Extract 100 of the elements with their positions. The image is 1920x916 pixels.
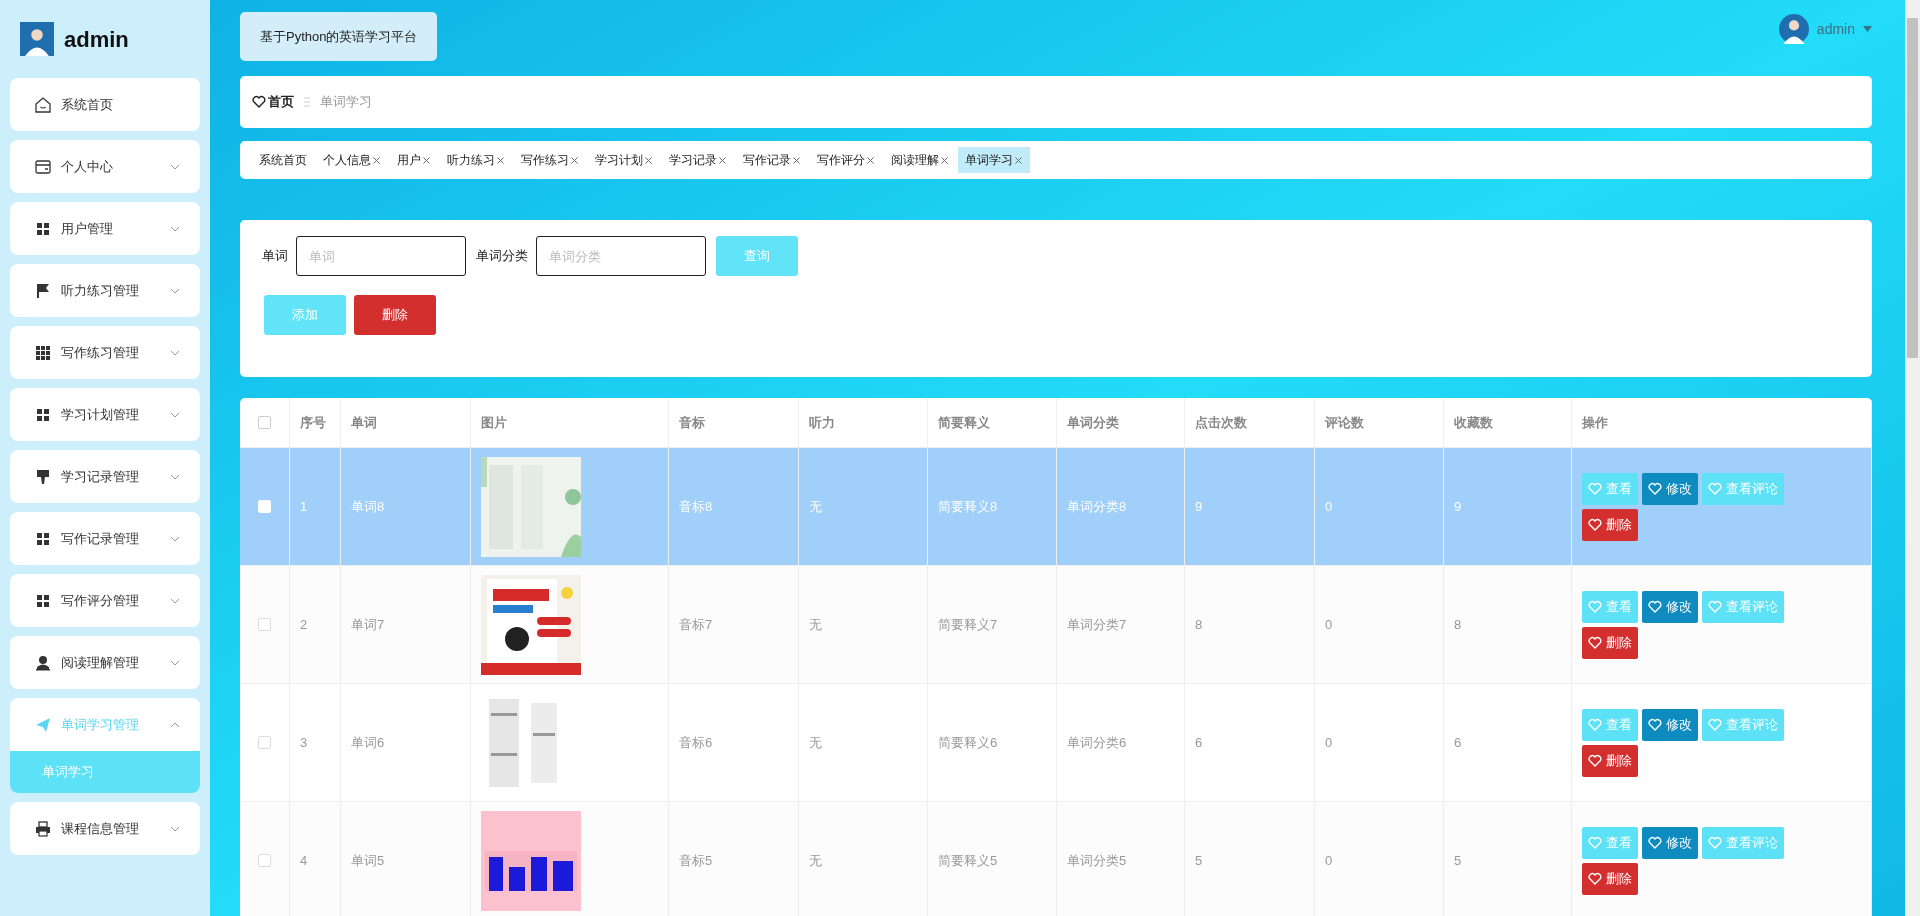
close-icon — [718, 155, 727, 165]
sidebar-menu[interactable]: 课程信息管理 — [10, 802, 200, 855]
sidebar-menu[interactable]: 写作评分管理 — [10, 574, 200, 627]
sidebar-menu[interactable]: 系统首页 — [10, 78, 200, 131]
column-header: 单词分类 — [1067, 413, 1119, 432]
close-icon — [644, 155, 653, 165]
avatar — [1778, 14, 1809, 44]
search-field[interactable]: 单词 — [296, 236, 466, 276]
table-cell-text: 简要释义7 — [938, 615, 998, 634]
menu-label: 单词学习管理 — [61, 715, 140, 734]
heart-icon — [1588, 717, 1602, 732]
column-header: 点击次数 — [1195, 413, 1247, 432]
edit-button[interactable]: 修改 — [1642, 472, 1698, 505]
column-header: 收藏数 — [1454, 413, 1493, 432]
menu-label: 听力练习管理 — [61, 281, 140, 300]
separator-icon — [304, 97, 310, 107]
table-cell-text: 音标5 — [679, 851, 713, 870]
delete-button[interactable]: 删除 — [354, 295, 436, 335]
app-user-name: admin — [64, 25, 129, 54]
flag-icon — [34, 281, 52, 300]
delete-button[interactable]: 删除 — [1582, 744, 1638, 777]
menu-label: 课程信息管理 — [61, 819, 140, 838]
table-row[interactable]: 3 单词6 音标6 无 简要释义6 单词分类6 6 0 6 查看 修改 查看评论 删除 — [240, 684, 1872, 802]
column-header: 音标 — [679, 413, 705, 432]
close-icon — [570, 155, 579, 165]
close-icon — [372, 155, 381, 165]
table-cell-text: 0 — [1325, 497, 1333, 516]
user-menu[interactable]: admin — [1778, 14, 1872, 44]
sidebar-menu[interactable]: 个人中心 — [10, 140, 200, 193]
grid-icon — [34, 343, 52, 362]
printer-icon — [34, 819, 52, 838]
table-cell-text: 音标8 — [679, 497, 713, 516]
menu-label: 写作评分管理 — [61, 591, 140, 610]
table-cell-text: 4 — [300, 851, 308, 870]
heart-icon — [1648, 481, 1662, 496]
scrollbar[interactable] — [1905, 0, 1920, 916]
brush-icon — [34, 467, 52, 486]
table-row[interactable]: 1 单词8 音标8 无 简要释义8 单词分类8 9 0 9 查看 修改 查看评论 删除 — [240, 448, 1872, 566]
table-row[interactable]: 2 单词7 音标7 无 简要释义7 单词分类7 8 0 8 查看 修改 查看评论 删除 — [240, 566, 1872, 684]
heart-icon — [252, 95, 266, 109]
heart-icon — [1708, 481, 1722, 496]
column-header: 评论数 — [1325, 413, 1364, 432]
menu-label: 写作练习管理 — [61, 343, 140, 362]
menu-label: 学习计划管理 — [61, 405, 140, 424]
checkbox[interactable] — [258, 618, 271, 631]
table-cell-text: 单词分类8 — [1067, 497, 1127, 516]
table-cell-text: 单词分类6 — [1067, 733, 1127, 752]
table-cell-text: 无 — [809, 733, 822, 752]
table-cell-text: 无 — [809, 497, 822, 516]
table-cell-text: 8 — [1454, 615, 1462, 634]
menu-label: 写作记录管理 — [61, 529, 140, 548]
heart-icon — [1588, 753, 1602, 768]
sidebar-menu[interactable]: 学习计划管理 — [10, 388, 200, 441]
delete-button[interactable]: 删除 — [1582, 508, 1638, 541]
heart-icon — [1708, 835, 1722, 850]
column-header: 序号 — [300, 413, 326, 432]
edit-button[interactable]: 修改 — [1642, 708, 1698, 741]
menu-label: 个人中心 — [61, 157, 114, 176]
field-label: 单词 — [262, 247, 288, 266]
search-field[interactable]: 单词分类 — [536, 236, 706, 276]
breadcrumb-link[interactable]: 首页 — [252, 92, 294, 112]
checkbox[interactable] — [258, 736, 271, 749]
close-icon — [1014, 155, 1023, 165]
table-cell-text: 1 — [300, 497, 308, 516]
close-icon — [792, 155, 801, 165]
delete-button[interactable]: 删除 — [1582, 626, 1638, 659]
table-cell-text: 单词分类7 — [1067, 615, 1127, 634]
field-label: 单词分类 — [476, 247, 528, 266]
sidebar-menu[interactable]: 听力练习管理 — [10, 264, 200, 317]
sidebar-menu[interactable]: 学习记录管理 — [10, 450, 200, 503]
user-icon — [34, 653, 52, 672]
sidebar-menu[interactable]: 阅读理解管理 — [10, 636, 200, 689]
menu-label: 系统首页 — [61, 95, 114, 114]
avatar — [20, 22, 54, 56]
sidebar-menu[interactable]: 用户管理 — [10, 202, 200, 255]
heart-icon — [1648, 717, 1662, 732]
table-cell-text: 单词5 — [351, 851, 385, 870]
edit-button[interactable]: 修改 — [1642, 590, 1698, 623]
table-cell-text: 6 — [1454, 733, 1462, 752]
column-header: 简要释义 — [938, 413, 990, 432]
sidebar-menu[interactable]: 写作练习管理 — [10, 326, 200, 379]
table-cell-text: 简要释义8 — [938, 497, 998, 516]
delete-button[interactable]: 删除 — [1582, 862, 1638, 895]
close-icon — [422, 155, 431, 165]
heart-icon — [1588, 517, 1602, 532]
sidebar-menu[interactable]: 写作记录管理 — [10, 512, 200, 565]
edit-button[interactable]: 修改 — [1642, 826, 1698, 859]
menu-label: 用户管理 — [61, 219, 114, 238]
heart-icon — [1588, 835, 1602, 850]
heart-icon — [1588, 599, 1602, 614]
tab[interactable]: 单词学习 — [958, 147, 1030, 173]
heart-icon — [1588, 635, 1602, 650]
checkbox[interactable] — [258, 854, 271, 867]
table-cell-text: 2 — [300, 615, 308, 634]
card-icon — [34, 157, 52, 176]
table-cell-text: 音标6 — [679, 733, 713, 752]
table-cell-text: 无 — [809, 851, 822, 870]
column-header: 听力 — [809, 413, 835, 432]
table-cell-text: 3 — [300, 733, 308, 752]
checkbox[interactable] — [258, 416, 271, 429]
